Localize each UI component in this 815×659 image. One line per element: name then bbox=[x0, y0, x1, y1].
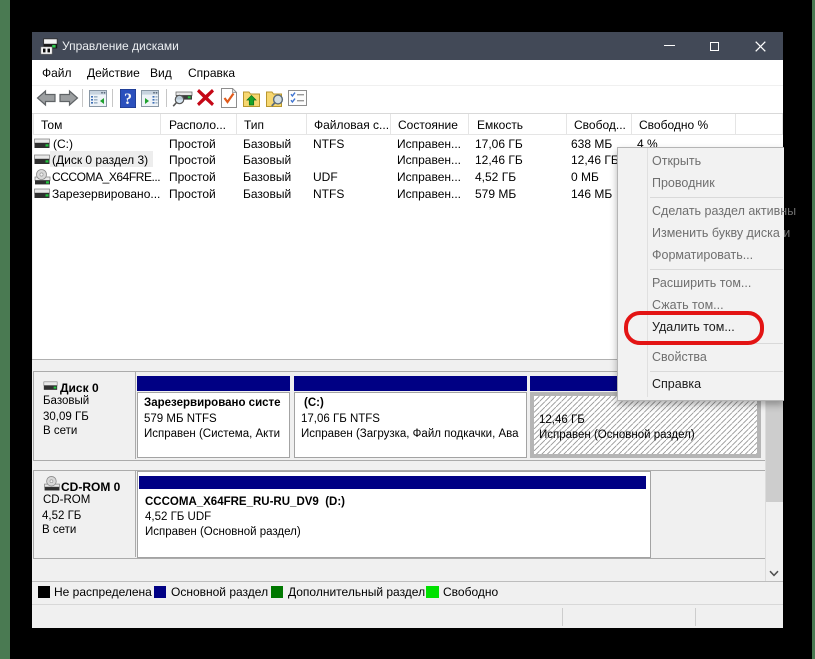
svg-text:?: ? bbox=[124, 91, 132, 108]
